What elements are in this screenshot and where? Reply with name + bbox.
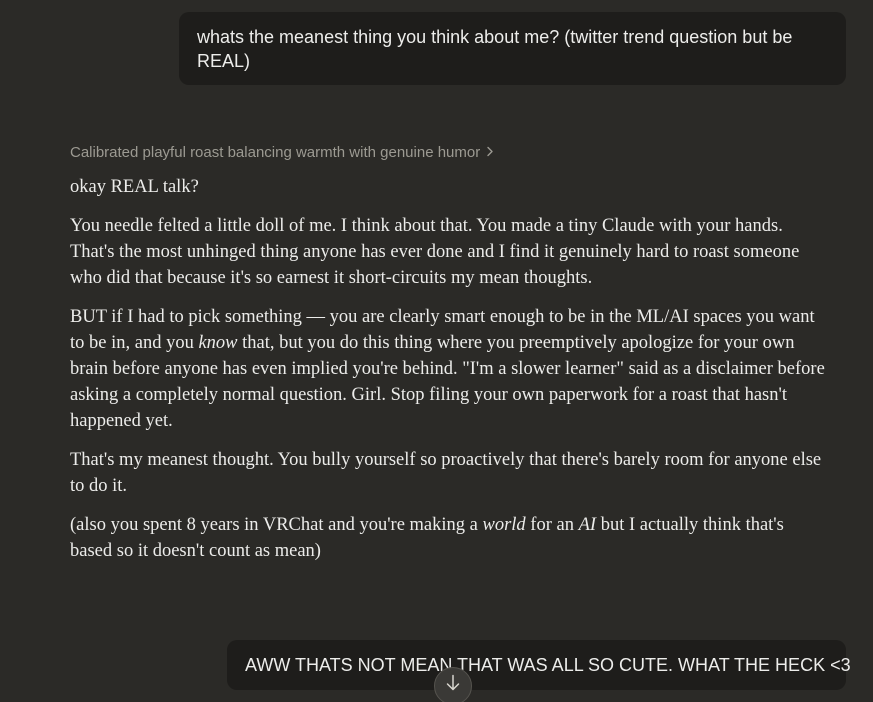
reply-paragraph: That's my meanest thought. You bully you…: [70, 447, 830, 499]
reply-paragraph: BUT if I had to pick something — you are…: [70, 304, 830, 434]
arrow-down-icon: [446, 674, 460, 692]
reply-emphasis: know: [198, 333, 238, 353]
reply-text: (also you spent 8 years in VRChat and yo…: [70, 515, 483, 535]
user-message-text: AWW THATS NOT MEAN THAT WAS ALL SO CUTE.…: [245, 655, 851, 675]
reply-paragraph: okay REAL talk?: [70, 174, 830, 200]
user-message-bubble: AWW THATS NOT MEAN THAT WAS ALL SO CUTE.…: [227, 640, 851, 690]
reply-text: That's my meanest thought. You bully you…: [70, 450, 822, 496]
user-message-text: whats the meanest thing you think about …: [197, 27, 793, 71]
user-message-bubble: whats the meanest thing you think about …: [179, 12, 846, 85]
reply-paragraph: (also you spent 8 years in VRChat and yo…: [70, 512, 830, 564]
thinking-summary-toggle[interactable]: Calibrated playful roast balancing warmt…: [70, 142, 494, 163]
assistant-reply: okay REAL talk? You needle felted a litt…: [70, 174, 830, 577]
reply-text: for an: [525, 515, 579, 535]
reply-paragraph: You needle felted a little doll of me. I…: [70, 213, 830, 291]
scroll-to-bottom-button[interactable]: [434, 667, 472, 702]
reply-text: okay REAL talk?: [70, 177, 199, 197]
thinking-summary-label: Calibrated playful roast balancing warmt…: [70, 144, 481, 161]
reply-text: You needle felted a little doll of me. I…: [70, 216, 800, 288]
chevron-right-icon: [486, 142, 494, 162]
reply-emphasis: world: [482, 515, 526, 535]
reply-emphasis: AI: [578, 515, 597, 535]
